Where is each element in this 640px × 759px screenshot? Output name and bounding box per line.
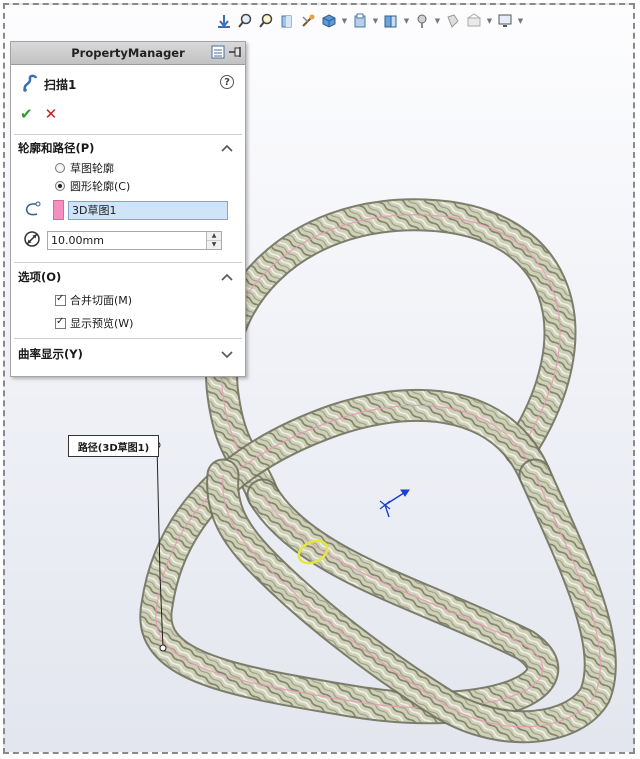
section-title: 曲率显示(Y) bbox=[18, 347, 83, 361]
show-preview-row[interactable]: 显示预览(W) bbox=[11, 314, 245, 332]
path-selection-box[interactable]: 3D草图1 bbox=[68, 200, 228, 220]
zoom-to-fit-icon[interactable] bbox=[236, 12, 254, 30]
merge-tangent-faces-checkbox[interactable] bbox=[55, 293, 66, 306]
display-style-dropdown[interactable]: ▼ bbox=[341, 12, 348, 30]
diameter-input[interactable]: 10.00mm ▲ ▼ bbox=[47, 230, 222, 250]
curvature-section-header[interactable]: 曲率显示(Y) bbox=[11, 345, 245, 363]
apply-scene-dropdown[interactable]: ▼ bbox=[434, 12, 441, 30]
merge-tangent-faces-row[interactable]: 合并切面(M) bbox=[11, 291, 245, 309]
lighting-icon[interactable] bbox=[444, 12, 462, 30]
radio-circular-profile-button[interactable] bbox=[55, 181, 65, 191]
display-style-icon[interactable] bbox=[320, 12, 338, 30]
spin-up-icon[interactable]: ▲ bbox=[207, 231, 221, 241]
diameter-spinner[interactable]: ▲ ▼ bbox=[206, 231, 221, 249]
ok-cancel-row: ✔ ✕ bbox=[11, 104, 245, 124]
checkbox-label: 合并切面(M) bbox=[70, 294, 133, 307]
cancel-button[interactable]: ✕ bbox=[45, 105, 58, 123]
ok-button[interactable]: ✔ bbox=[20, 105, 33, 123]
diameter-icon bbox=[23, 230, 41, 251]
property-manager-header: PropertyManager bbox=[11, 42, 245, 65]
divider bbox=[14, 262, 242, 263]
selection-color-swatch bbox=[53, 200, 64, 220]
panel-options-icon[interactable] bbox=[211, 45, 225, 62]
show-preview-checkbox[interactable] bbox=[55, 316, 66, 329]
path-icon bbox=[23, 201, 41, 220]
section-view-icon[interactable] bbox=[278, 12, 296, 30]
feature-name-row: 扫描1 ? bbox=[11, 74, 245, 94]
apply-scene-icon[interactable] bbox=[413, 12, 431, 30]
options-section: 选项(O) 合并切面(M) 显示预览(W) bbox=[11, 268, 245, 332]
chevron-up-icon[interactable] bbox=[220, 141, 234, 155]
heads-up-toolbar: ▼ ▼ ▼ ▼ ▼ ▼ bbox=[215, 9, 524, 33]
radio-circular-profile[interactable]: 圆形轮廓(C) bbox=[11, 177, 245, 195]
property-manager-panel: PropertyManager 扫描1 ? ✔ ✕ 轮廓和路径(P) 草图轮廓 … bbox=[10, 41, 246, 377]
view-settings-icon[interactable] bbox=[299, 12, 317, 30]
view-orientation-dropdown[interactable]: ▼ bbox=[486, 12, 493, 30]
diameter-row: 10.00mm ▲ ▼ bbox=[11, 229, 245, 251]
checkbox-label: 显示预览(W) bbox=[70, 317, 134, 330]
hide-show-icon[interactable] bbox=[351, 12, 369, 30]
curvature-section: 曲率显示(Y) bbox=[11, 345, 245, 363]
divider bbox=[14, 134, 242, 135]
pin-icon[interactable] bbox=[228, 45, 242, 62]
property-manager-title: PropertyManager bbox=[71, 46, 185, 60]
hide-show-dropdown[interactable]: ▼ bbox=[372, 12, 379, 30]
diameter-value: 10.00mm bbox=[51, 233, 104, 247]
chevron-down-icon[interactable] bbox=[220, 347, 234, 361]
sweep-feature-icon bbox=[21, 74, 39, 95]
monitor-dropdown[interactable]: ▼ bbox=[517, 12, 524, 30]
radio-label: 草图轮廓 bbox=[70, 162, 114, 175]
zoom-area-icon[interactable] bbox=[257, 12, 275, 30]
path-selection-row: 3D草图1 bbox=[11, 199, 245, 221]
spin-down-icon[interactable]: ▼ bbox=[207, 240, 221, 249]
path-callout[interactable]: 路径(3D草图1) bbox=[68, 435, 159, 457]
section-title: 轮廓和路径(P) bbox=[18, 141, 95, 155]
profile-path-section: 轮廓和路径(P) 草图轮廓 圆形轮廓(C) 3D草图1 10.00mm ▲ ▼ bbox=[11, 139, 245, 251]
feature-name: 扫描1 bbox=[44, 77, 77, 92]
path-callout-label: 路径(3D草图1) bbox=[77, 442, 150, 454]
radio-label: 圆形轮廓(C) bbox=[70, 180, 131, 193]
view-previous-icon[interactable] bbox=[215, 12, 233, 30]
radio-sketch-profile-button[interactable] bbox=[55, 163, 65, 173]
callout-anchor-bottom bbox=[159, 644, 167, 652]
edit-appearance-dropdown[interactable]: ▼ bbox=[403, 12, 410, 30]
divider bbox=[14, 338, 242, 339]
radio-sketch-profile[interactable]: 草图轮廓 bbox=[11, 159, 245, 177]
edit-appearance-icon[interactable] bbox=[382, 12, 400, 30]
options-section-header[interactable]: 选项(O) bbox=[11, 268, 245, 286]
profile-path-section-header[interactable]: 轮廓和路径(P) bbox=[11, 139, 245, 157]
monitor-icon[interactable] bbox=[496, 12, 514, 30]
chevron-up-icon[interactable] bbox=[220, 270, 234, 284]
graphics-area[interactable]: ▼ ▼ ▼ ▼ ▼ ▼ PropertyManager 扫描1 ? ✔ ✕ 轮廓… bbox=[3, 3, 635, 754]
sweep-ring-left[interactable] bbox=[139, 388, 560, 725]
help-icon[interactable]: ? bbox=[220, 75, 234, 89]
view-orientation-icon[interactable] bbox=[465, 12, 483, 30]
section-title: 选项(O) bbox=[18, 270, 62, 284]
reference-triad bbox=[379, 489, 410, 518]
